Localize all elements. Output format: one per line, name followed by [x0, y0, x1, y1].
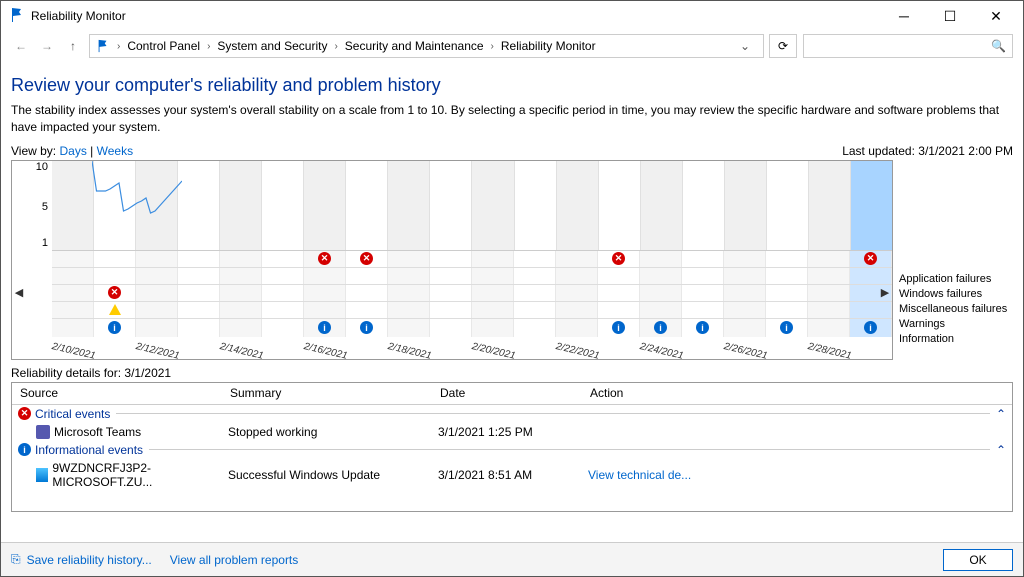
copy-icon: ⎘ — [11, 552, 21, 567]
windows-icon — [36, 468, 48, 482]
page-description: The stability index assesses your system… — [11, 102, 1013, 136]
breadcrumb-item[interactable]: Control Panel — [127, 39, 200, 53]
chevron-right-icon: › — [207, 41, 210, 52]
col-date[interactable]: Date — [432, 386, 582, 400]
y-axis: 10 5 1 — [12, 161, 52, 251]
chevron-right-icon: › — [334, 41, 337, 52]
view-technical-details-link[interactable]: View technical de... — [588, 468, 691, 482]
breadcrumb-item[interactable]: Reliability Monitor — [501, 39, 596, 53]
info-icon: i — [18, 443, 31, 456]
col-summary[interactable]: Summary — [222, 386, 432, 400]
scroll-left[interactable]: ◀ — [12, 253, 26, 333]
chart-wrap: ◀ ▶ 10 5 1 ✕✕✕✕✕iiiiiiii 2/10/20212/12/2… — [11, 160, 1013, 364]
details-header: Source Summary Date Action — [12, 383, 1012, 405]
col-source[interactable]: Source — [12, 386, 222, 400]
table-row[interactable]: Microsoft Teams Stopped working 3/1/2021… — [12, 423, 1012, 441]
details-table: Source Summary Date Action ✕ Critical ev… — [11, 382, 1013, 512]
last-updated-label: Last updated: — [842, 144, 918, 158]
view-row: View by: Days | Weeks Last updated: 3/1/… — [11, 144, 1013, 158]
forward-button[interactable]: → — [37, 36, 57, 56]
view-all-reports-link[interactable]: View all problem reports — [170, 553, 299, 567]
search-icon: 🔍 — [991, 39, 1006, 53]
chevron-up-icon[interactable]: ⌃ — [996, 407, 1006, 421]
minimize-button[interactable]: ─ — [881, 1, 927, 31]
table-row[interactable]: 9WZDNCRFJ3P2-MICROSOFT.ZU... Successful … — [12, 459, 1012, 491]
row-legend: Application failures Windows failures Mi… — [893, 160, 1013, 364]
group-critical[interactable]: ✕ Critical events ⌃ — [12, 405, 1012, 423]
ytick: 1 — [42, 237, 48, 249]
save-history-link[interactable]: Save reliability history... — [27, 553, 152, 567]
x-axis: 2/10/20212/12/20212/14/20212/16/20212/18… — [52, 337, 892, 355]
ytick: 5 — [42, 201, 48, 213]
titlebar: Reliability Monitor ─ ☐ ✕ — [1, 1, 1023, 31]
col-action[interactable]: Action — [582, 386, 732, 400]
close-button[interactable]: ✕ — [973, 1, 1019, 31]
legend-item: Windows failures — [899, 287, 1013, 301]
chevron-down-icon[interactable]: ⌄ — [733, 39, 757, 53]
breadcrumb-item[interactable]: Security and Maintenance — [345, 39, 484, 53]
legend-item: Information — [899, 332, 1013, 346]
teams-icon — [36, 425, 50, 439]
address-bar: ← → ↑ › Control Panel › System and Secur… — [1, 31, 1023, 61]
viewby-weeks[interactable]: Weeks — [97, 144, 133, 158]
content: Review your computer's reliability and p… — [1, 61, 1023, 542]
error-icon: ✕ — [18, 407, 31, 420]
viewby-days[interactable]: Days — [59, 144, 86, 158]
window-title: Reliability Monitor — [31, 9, 881, 23]
event-grid: ✕✕✕✕✕iiiiiiii — [52, 251, 892, 337]
flag-icon — [96, 39, 110, 53]
last-updated-value: 3/1/2021 2:00 PM — [918, 144, 1013, 158]
ytick: 10 — [36, 161, 48, 173]
search-input[interactable]: 🔍 — [803, 34, 1013, 58]
footer: ⎘ Save reliability history... View all p… — [1, 542, 1023, 576]
chevron-right-icon: › — [117, 41, 120, 52]
window-controls: ─ ☐ ✕ — [881, 1, 1019, 31]
legend-item: Application failures — [899, 272, 1013, 286]
flag-icon — [9, 7, 25, 26]
chevron-up-icon[interactable]: ⌃ — [996, 443, 1006, 457]
details-title: Reliability details for: 3/1/2021 — [11, 366, 1013, 380]
up-button[interactable]: ↑ — [63, 36, 83, 56]
scroll-right[interactable]: ▶ — [878, 253, 892, 333]
breadcrumb-item[interactable]: System and Security — [217, 39, 327, 53]
page-title: Review your computer's reliability and p… — [11, 75, 1013, 96]
window: Reliability Monitor ─ ☐ ✕ ← → ↑ › Contro… — [0, 0, 1024, 577]
maximize-button[interactable]: ☐ — [927, 1, 973, 31]
legend-item: Miscellaneous failures — [899, 302, 1013, 316]
refresh-button[interactable]: ⟳ — [769, 34, 797, 58]
back-button[interactable]: ← — [11, 36, 31, 56]
viewby-label: View by: — [11, 144, 56, 158]
breadcrumb[interactable]: › Control Panel › System and Security › … — [89, 34, 764, 58]
legend-item: Warnings — [899, 317, 1013, 331]
group-informational[interactable]: i Informational events ⌃ — [12, 441, 1012, 459]
reliability-chart[interactable]: ◀ ▶ 10 5 1 ✕✕✕✕✕iiiiiiii 2/10/20212/12/2… — [11, 160, 893, 360]
chevron-right-icon: › — [491, 41, 494, 52]
ok-button[interactable]: OK — [943, 549, 1013, 571]
